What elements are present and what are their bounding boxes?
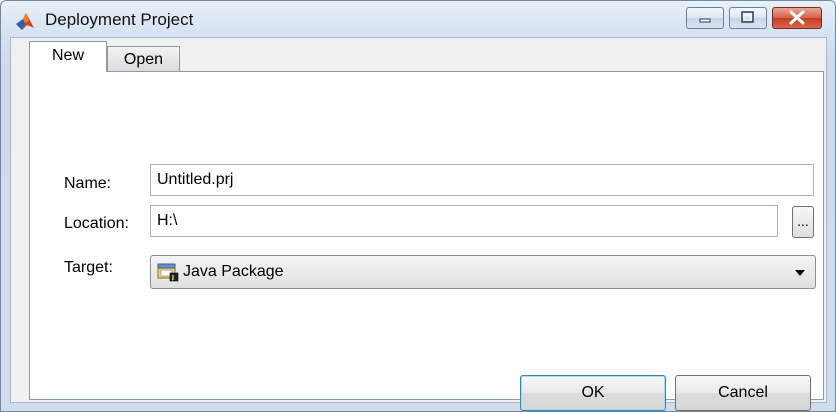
location-label: Location: <box>64 215 129 232</box>
window-title: Deployment Project <box>45 10 194 29</box>
matlab-logo-icon <box>15 11 35 31</box>
cancel-button[interactable]: Cancel <box>675 375 811 411</box>
new-project-panel: Name: Location: ... Target: Java Package <box>29 71 824 411</box>
chevron-down-icon <box>795 270 805 276</box>
minimize-button[interactable] <box>686 7 724 29</box>
location-field[interactable] <box>150 205 778 237</box>
java-package-icon <box>157 262 179 282</box>
name-field[interactable] <box>150 164 814 196</box>
close-icon <box>789 10 805 25</box>
tab-open[interactable]: Open <box>107 46 180 72</box>
maximize-icon <box>741 11 754 23</box>
maximize-button[interactable] <box>729 7 767 29</box>
target-label: Target: <box>64 259 113 276</box>
close-button[interactable] <box>772 7 822 29</box>
browse-button[interactable]: ... <box>792 206 814 238</box>
ok-button[interactable]: OK <box>520 375 666 411</box>
name-label: Name: <box>64 175 112 192</box>
target-select-value: Java Package <box>183 263 284 280</box>
title-bar[interactable]: Deployment Project <box>1 1 835 37</box>
deployment-project-window: Deployment Project New Open Name: Locati… <box>0 0 836 412</box>
target-select[interactable]: Java Package <box>150 255 816 289</box>
minimize-icon <box>699 18 711 23</box>
dialog-client-area: New Open Name: Location: ... Target: <box>10 37 827 411</box>
tab-new[interactable]: New <box>29 41 107 72</box>
